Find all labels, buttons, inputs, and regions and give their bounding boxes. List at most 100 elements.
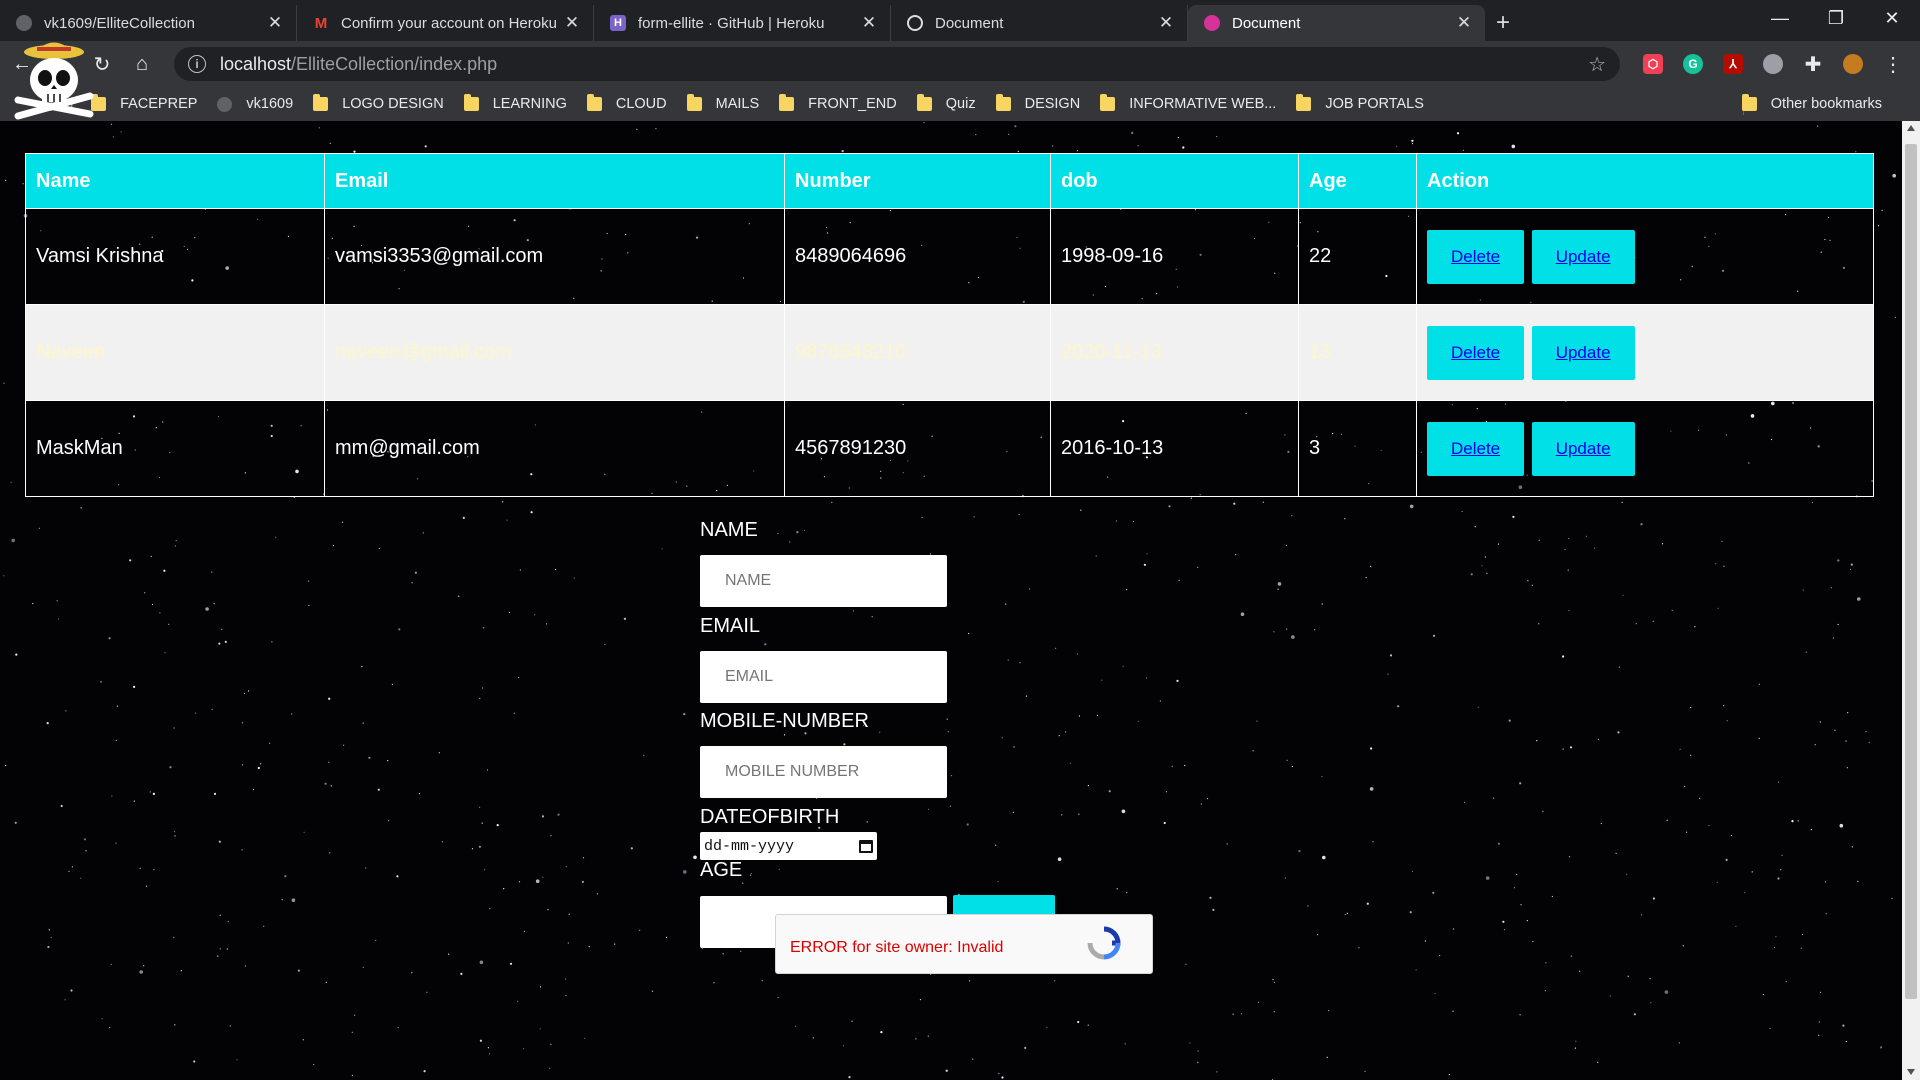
menu-kebab-icon[interactable]: ⋮ <box>1876 47 1910 81</box>
star <box>308 604 310 607</box>
address-bar[interactable]: i localhost/ElliteCollection/index.php ☆ <box>174 47 1620 81</box>
email-input[interactable]: EMAIL <box>700 651 947 703</box>
home-icon[interactable]: ⌂ <box>124 46 160 82</box>
update-button[interactable]: Update <box>1531 229 1635 284</box>
bookmark-design[interactable]: DESIGN <box>995 94 1080 112</box>
bookmark-vk1609[interactable]: vk1609 <box>217 96 293 112</box>
star <box>150 555 152 557</box>
star <box>108 637 111 640</box>
star <box>1080 509 1082 511</box>
cell-email: mm@gmail.com <box>324 400 785 497</box>
tab-title: Document <box>935 14 1004 32</box>
tab-2[interactable]: M Confirm your account on Heroku ✕ <box>297 5 594 41</box>
header-age: Age <box>1298 153 1417 209</box>
star <box>1585 535 1587 537</box>
star <box>5 179 7 181</box>
tab-3[interactable]: H form-ellite · GitHub | Heroku ✕ <box>594 5 891 41</box>
star <box>1819 721 1821 723</box>
cell-age: 3 <box>1298 400 1417 497</box>
delete-button[interactable]: Delete <box>1427 421 1525 476</box>
star <box>1178 579 1180 581</box>
star <box>133 685 136 689</box>
bookmark-faceprep[interactable]: FACEPREP <box>91 94 197 112</box>
star <box>1570 955 1572 957</box>
site-info-icon[interactable]: i <box>188 55 206 73</box>
bookmark-quiz[interactable]: Quiz <box>916 94 976 112</box>
tab-4[interactable]: Document ✕ <box>891 5 1188 41</box>
star <box>683 713 686 716</box>
close-icon[interactable]: ✕ <box>860 13 878 33</box>
star <box>110 963 112 965</box>
close-icon[interactable]: ✕ <box>266 13 284 33</box>
bookmark-other[interactable]: Other bookmarks <box>1741 94 1882 112</box>
close-window-icon[interactable]: ✕ <box>1864 0 1920 36</box>
star <box>1131 131 1134 134</box>
page-scrollbar[interactable] <box>1902 121 1920 1080</box>
star <box>831 501 833 503</box>
update-button[interactable]: Update <box>1531 421 1635 476</box>
star <box>1777 781 1780 783</box>
star <box>241 722 244 724</box>
grammarly-icon[interactable]: G <box>1676 47 1710 81</box>
star <box>423 1070 426 1073</box>
star <box>1432 634 1436 637</box>
bookmark-label: LOGO DESIGN <box>342 96 444 112</box>
delete-button[interactable]: Delete <box>1427 325 1525 380</box>
delete-button[interactable]: Delete <box>1427 229 1525 284</box>
star <box>1699 797 1701 799</box>
star <box>112 136 114 138</box>
star <box>1881 209 1883 211</box>
star <box>1664 990 1669 994</box>
star <box>1284 877 1286 879</box>
scrollbar-thumb[interactable] <box>1905 144 1917 999</box>
close-icon[interactable]: ✕ <box>1455 13 1473 33</box>
mobile-input[interactable]: MOBILE NUMBER <box>700 746 947 798</box>
bookmark-logo-design[interactable]: LOGO DESIGN <box>313 94 444 112</box>
update-button[interactable]: Update <box>1531 325 1635 380</box>
star <box>1286 628 1288 630</box>
pdf-icon[interactable]: ⅄ <box>1716 47 1750 81</box>
close-icon[interactable]: ✕ <box>1157 13 1175 33</box>
bookmark-star-icon[interactable]: ☆ <box>1588 52 1606 77</box>
bookmark-label: Quiz <box>945 96 976 112</box>
star <box>1025 695 1028 697</box>
star <box>1640 914 1643 916</box>
star <box>1291 635 1295 639</box>
star <box>518 676 520 679</box>
recaptcha-widget[interactable]: ERROR for site owner: Invalid <box>775 914 1153 974</box>
tab-5-active[interactable]: Document ✕ <box>1188 5 1485 41</box>
star <box>1314 629 1316 631</box>
bookmark-job-portals[interactable]: JOB PORTALS <box>1296 94 1424 112</box>
dob-date-input[interactable]: dd-mm-yyyy <box>700 832 877 860</box>
star <box>388 820 390 822</box>
pocket-icon[interactable]: ⬡ <box>1636 47 1670 81</box>
star <box>243 692 245 695</box>
new-tab-button[interactable]: + <box>1485 5 1521 41</box>
scroll-down-arrow-icon[interactable] <box>1907 1069 1915 1075</box>
star <box>1046 1026 1048 1028</box>
star <box>479 697 481 700</box>
extension-circle-icon[interactable] <box>1756 47 1790 81</box>
profile-avatar[interactable] <box>1836 47 1870 81</box>
star <box>1462 149 1464 151</box>
star <box>1200 803 1202 805</box>
bookmark-front-end[interactable]: FRONT_END <box>779 94 897 112</box>
star <box>481 822 483 824</box>
star <box>1415 969 1417 971</box>
close-icon[interactable]: ✕ <box>563 13 581 33</box>
star <box>64 999 66 1001</box>
name-input[interactable]: NAME <box>700 555 947 607</box>
restore-icon[interactable]: ❐ <box>1808 0 1864 36</box>
bookmark-informative-web[interactable]: INFORMATIVE WEB... <box>1100 94 1276 112</box>
star <box>424 145 427 148</box>
minimize-icon[interactable]: — <box>1752 0 1808 36</box>
header-email: Email <box>324 153 785 209</box>
bookmark-mails[interactable]: MAILS <box>686 94 759 112</box>
extensions-puzzle-icon[interactable]: ✚ <box>1796 47 1830 81</box>
calendar-icon[interactable] <box>859 839 873 853</box>
scroll-up-arrow-icon[interactable] <box>1907 125 1915 131</box>
bookmark-cloud[interactable]: CLOUD <box>586 94 667 112</box>
bookmarks-bar: Apps FACEPREP vk1609 LOGO DESIGN LEARNIN… <box>0 87 1920 121</box>
bookmark-learning[interactable]: LEARNING <box>463 94 567 112</box>
cell-number: 4567891230 <box>784 400 1051 497</box>
